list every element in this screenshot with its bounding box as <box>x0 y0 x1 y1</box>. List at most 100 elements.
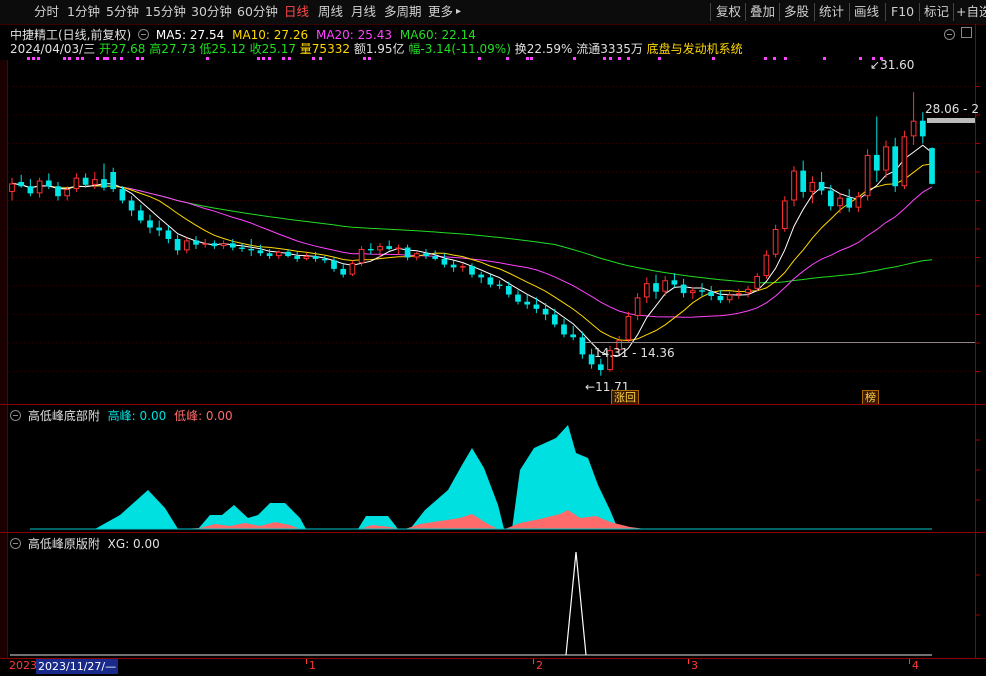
candle-body-down <box>165 230 172 239</box>
indicator2-area <box>10 551 932 656</box>
candle-body-down <box>229 243 236 248</box>
signal-dot <box>712 57 715 60</box>
indicator2-xg: XG: 0.00 <box>107 537 160 551</box>
candle-body-down <box>827 190 834 207</box>
indicator2-name: 高低峰原版附 <box>27 537 100 551</box>
candle-body-up <box>303 256 310 259</box>
candle-body-down <box>478 274 485 278</box>
panel-divider-2 <box>0 532 986 533</box>
event-badge-bang[interactable]: 榜 <box>862 390 879 405</box>
right-price-label: 28.06 - 2 <box>925 102 979 116</box>
candle-body-up <box>349 263 356 275</box>
candle-body-up <box>220 243 227 247</box>
event-badge-zhanghui[interactable]: 涨回 <box>611 390 639 405</box>
candle-body-up <box>772 229 779 255</box>
signal-dot <box>120 57 123 60</box>
time-axis <box>0 658 986 676</box>
xg-signal-spike <box>565 551 587 656</box>
candle-body-down <box>929 148 935 184</box>
current-price-marker <box>927 118 975 123</box>
indicator1-high: 高峰: 0.00 <box>107 409 167 423</box>
candle-body-up <box>855 196 862 208</box>
time-cursor-date: 2023/11/27/— <box>36 659 119 674</box>
time-axis-month-3: 3 <box>691 659 698 672</box>
candle-body-down <box>579 337 586 355</box>
candle-body-down <box>818 181 825 191</box>
candle-body-down <box>174 238 181 251</box>
signal-dot <box>76 57 79 60</box>
candle-body-down <box>211 243 218 247</box>
signal-dot <box>526 57 529 60</box>
candle-body-up <box>275 251 282 257</box>
signal-dot <box>823 57 826 60</box>
signal-dot <box>103 57 106 60</box>
candle-body-up <box>459 266 466 268</box>
candle-body-down <box>469 266 475 275</box>
signal-dot <box>530 57 533 60</box>
candle-body-up <box>643 283 650 298</box>
candle-body-down <box>101 179 107 188</box>
support-line <box>585 342 975 343</box>
candle-body-up <box>837 197 843 207</box>
candle-body-down <box>717 295 724 301</box>
candle-body-down <box>708 291 715 296</box>
signal-dot <box>368 57 371 60</box>
candle-body-down <box>321 258 328 261</box>
candle-body-down <box>55 186 61 197</box>
signal-dot <box>764 57 767 60</box>
minus-circle-icon[interactable] <box>10 538 21 549</box>
signal-dot <box>859 57 862 60</box>
signal-dot <box>141 57 144 60</box>
candlestick-series <box>9 92 935 376</box>
signal-dot <box>136 57 139 60</box>
candle-body-up <box>910 120 917 137</box>
minus-circle-icon[interactable] <box>10 410 21 421</box>
time-tick <box>533 659 534 664</box>
time-tick <box>306 659 307 664</box>
candle-body-down <box>524 301 531 305</box>
signal-dot <box>262 57 265 60</box>
candle-body-down <box>193 240 199 245</box>
signal-dot <box>288 57 291 60</box>
candle-body-down <box>450 264 457 268</box>
time-axis-year: 2023 <box>9 659 37 672</box>
candle-body-up <box>791 170 797 201</box>
candle-body-down <box>147 220 153 228</box>
signal-dot <box>206 57 209 60</box>
candle-body-up <box>883 146 889 171</box>
candle-body-up <box>745 288 751 294</box>
candle-body-up <box>202 243 209 245</box>
candle-body-down <box>432 256 439 259</box>
kline-chart[interactable] <box>0 0 986 675</box>
signal-dot <box>658 57 661 60</box>
signal-dot <box>268 57 271 60</box>
candle-body-down <box>561 324 567 335</box>
signal-dot <box>627 57 630 60</box>
signal-dot <box>27 57 30 60</box>
indicator1-name: 高低峰底部附 <box>27 409 100 423</box>
panel-divider-1 <box>0 404 986 405</box>
candle-body-down <box>119 189 126 201</box>
signal-dot <box>609 57 612 60</box>
candle-body-up <box>726 294 733 301</box>
candle-body-down <box>551 314 558 325</box>
time-axis-month-1: 1 <box>309 659 316 672</box>
candle-body-up <box>64 189 71 197</box>
candle-body-down <box>441 258 448 265</box>
signal-dot <box>63 57 66 60</box>
signal-dot <box>312 57 315 60</box>
signal-dot <box>106 57 109 60</box>
candle-body-up <box>901 136 908 187</box>
signal-dot <box>478 57 481 60</box>
candle-body-down <box>239 247 245 249</box>
signal-dot <box>68 57 71 60</box>
candle-body-up <box>625 315 632 341</box>
candle-body-down <box>597 364 604 371</box>
candle-body-down <box>515 294 521 302</box>
candle-body-down <box>27 186 34 194</box>
high-price-label: ↙31.60 <box>870 58 915 72</box>
candle-body-down <box>266 253 273 257</box>
candle-body-down <box>331 260 337 269</box>
signal-dot <box>32 57 35 60</box>
signal-dot <box>573 57 576 60</box>
